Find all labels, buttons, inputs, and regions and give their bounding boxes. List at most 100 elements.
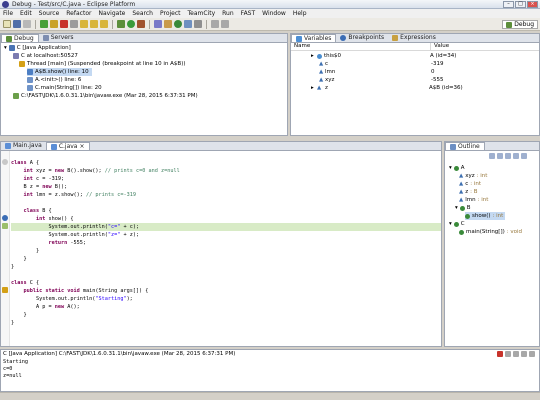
outline-item[interactable]: ▾ A [449, 164, 465, 172]
open-type-icon[interactable] [184, 20, 192, 28]
menu-search[interactable]: Search [132, 10, 153, 17]
external-tools-icon[interactable] [137, 20, 145, 28]
editor-area: Main.java C.java × class A { int xyz = n… [0, 141, 442, 347]
new-package-icon[interactable] [164, 20, 172, 28]
server-icon [42, 35, 49, 41]
tree-frame-selected[interactable]: A$B.show() line: 10 [27, 68, 92, 76]
outline-item[interactable]: ▲ c : int [459, 180, 481, 188]
disconnect-icon[interactable] [70, 20, 78, 28]
minimize-button[interactable]: – [503, 1, 514, 8]
hide-fields-icon[interactable] [497, 153, 503, 159]
tab-outline[interactable]: Outline [445, 142, 485, 150]
new-class-icon[interactable] [174, 20, 182, 28]
tab-variables[interactable]: Variables [291, 34, 337, 42]
close-tab-icon[interactable]: × [79, 143, 84, 151]
variable-row[interactable]: ▲ xyz -555 [291, 76, 539, 84]
outline-item-selected[interactable]: show() : int [465, 212, 506, 220]
scroll-lock-icon[interactable] [521, 351, 527, 357]
tree-process[interactable]: C:\FAST\JDK\1.6.0.31.1\bin\javaw.exe (Ma… [13, 92, 198, 100]
column-value[interactable]: Value [431, 43, 449, 50]
suspend-icon[interactable] [50, 20, 58, 28]
tab-breakpoints[interactable]: Breakpoints [336, 34, 388, 42]
debug-icon[interactable] [117, 20, 125, 28]
tree-launch[interactable]: ▾ C [Java Application] [4, 44, 71, 52]
breakpoint-marker-icon[interactable] [2, 215, 8, 221]
step-into-icon[interactable] [80, 20, 88, 28]
tab-expressions[interactable]: Expressions [388, 34, 440, 42]
hide-static-icon[interactable] [505, 153, 511, 159]
menu-run[interactable]: Run [222, 10, 234, 17]
step-over-icon[interactable] [90, 20, 98, 28]
editor-gutter[interactable] [1, 151, 10, 346]
new-icon[interactable] [3, 20, 11, 28]
console-output-line: z=null [3, 373, 22, 379]
maximize-button[interactable]: □ [515, 1, 526, 8]
field-triangle-icon: ▲ [459, 189, 464, 195]
clear-console-icon[interactable] [513, 351, 519, 357]
menu-project[interactable]: Project [160, 10, 181, 17]
menu-navigate[interactable]: Navigate [98, 10, 125, 17]
collapse-marker-icon[interactable] [2, 159, 8, 165]
tab-servers[interactable]: Servers [39, 34, 78, 42]
forward-icon[interactable] [221, 20, 229, 28]
variable-row[interactable]: ▸ ▲ z A$B (id=36) [291, 84, 539, 92]
tab-main-java[interactable]: Main.java [1, 142, 46, 150]
outline-item[interactable]: main(String[]) : void [459, 228, 522, 236]
terminate-icon[interactable] [60, 20, 68, 28]
resume-icon[interactable] [40, 20, 48, 28]
console-output-line: c=0 [3, 366, 13, 372]
field-triangle-icon: ▲ [459, 173, 464, 179]
tab-c-java[interactable]: C.java × [45, 142, 90, 151]
expressions-icon [392, 35, 399, 41]
back-icon[interactable] [211, 20, 219, 28]
search-icon[interactable] [194, 20, 202, 28]
menu-window[interactable]: Window [262, 10, 286, 17]
variable-row[interactable]: ▸ this$0 A (id=34) [291, 52, 539, 60]
tab-debug[interactable]: Debug [1, 34, 39, 42]
menu-file[interactable]: File [3, 10, 13, 17]
code-line-5: B z = new B(); [11, 184, 68, 190]
pin-console-icon[interactable] [529, 351, 535, 357]
menu-source[interactable]: Source [39, 10, 60, 17]
variables-view: Variables Breakpoints Expressions Name V… [290, 33, 540, 136]
outline-icon [450, 143, 456, 150]
run-marker-icon [2, 287, 8, 293]
outline-item[interactable]: ▲ xyz : int [459, 172, 487, 180]
menu-help[interactable]: Help [293, 10, 307, 17]
terminate-icon[interactable] [497, 351, 503, 357]
sort-icon[interactable] [489, 153, 495, 159]
code-area[interactable]: class A { int xyz = new B().show(); // p… [11, 151, 441, 346]
view-menu-icon[interactable] [521, 153, 527, 159]
tree-frame[interactable]: A.<init>() line: 6 [27, 76, 81, 84]
tree-thread[interactable]: Thread [main] (Suspended (breakpoint at … [19, 60, 186, 68]
hide-nonpublic-icon[interactable] [513, 153, 519, 159]
variable-row[interactable]: ▲ lmn 0 [291, 68, 539, 76]
outline-item[interactable]: ▾ B [455, 204, 471, 212]
menu-edit[interactable]: Edit [20, 10, 32, 17]
breakpoint-icon [340, 35, 347, 41]
outline-item[interactable]: ▲ lmn : int [459, 196, 488, 204]
tree-frame[interactable]: C.main(String[]) line: 20 [27, 84, 102, 92]
print-icon[interactable] [23, 20, 31, 28]
code-line-14: } [11, 256, 27, 262]
close-button[interactable]: × [527, 1, 538, 8]
column-name[interactable]: Name [291, 43, 431, 50]
collapse-icon: ▾ [4, 45, 7, 51]
outline-item[interactable]: ▾ C [449, 220, 465, 228]
code-line-21: } [11, 312, 27, 318]
menu-fast[interactable]: FAST [241, 10, 255, 17]
remove-launch-icon[interactable] [505, 351, 511, 357]
new-java-project-icon[interactable] [154, 20, 162, 28]
tree-vm[interactable]: C at localhost:50527 [13, 52, 78, 60]
menu-teamcity[interactable]: TeamCity [188, 10, 216, 17]
outline-item[interactable]: ▲ z : B [459, 188, 478, 196]
stack-frame-icon [27, 69, 33, 75]
perspective-switcher[interactable]: Debug [502, 20, 538, 29]
step-return-icon[interactable] [100, 20, 108, 28]
code-line-15: } [11, 264, 15, 270]
save-icon[interactable] [13, 20, 21, 28]
menu-refactor[interactable]: Refactor [66, 10, 91, 17]
variable-row[interactable]: ▲ c -319 [291, 60, 539, 68]
run-icon[interactable] [127, 20, 135, 28]
